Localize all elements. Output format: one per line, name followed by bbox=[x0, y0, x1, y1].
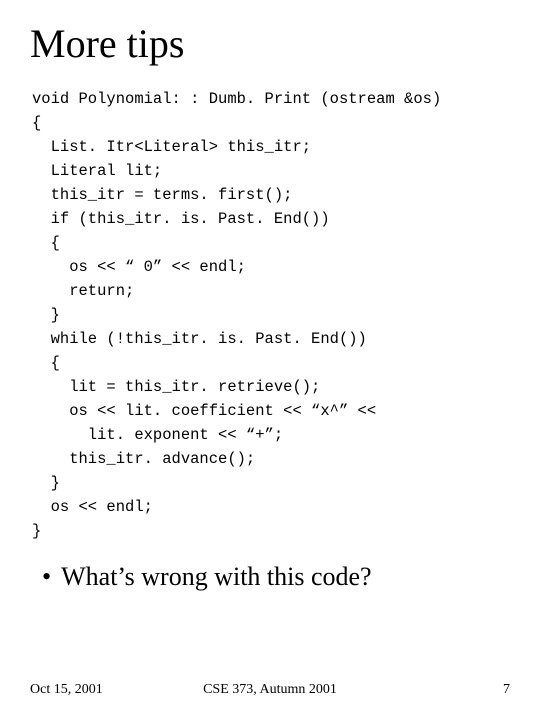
bullet-text: What’s wrong with this code? bbox=[61, 561, 372, 592]
code-block: void Polynomial: : Dumb. Print (ostream … bbox=[32, 87, 510, 543]
footer-date: Oct 15, 2001 bbox=[30, 682, 103, 698]
slide: More tips void Polynomial: : Dumb. Print… bbox=[0, 0, 540, 720]
bullet-dot-icon: • bbox=[42, 561, 51, 592]
footer-page-number: 7 bbox=[503, 682, 510, 698]
footer: Oct 15, 2001 CSE 373, Autumn 2001 7 bbox=[30, 682, 510, 698]
slide-title: More tips bbox=[30, 20, 510, 67]
bullet-item: • What’s wrong with this code? bbox=[42, 561, 510, 592]
